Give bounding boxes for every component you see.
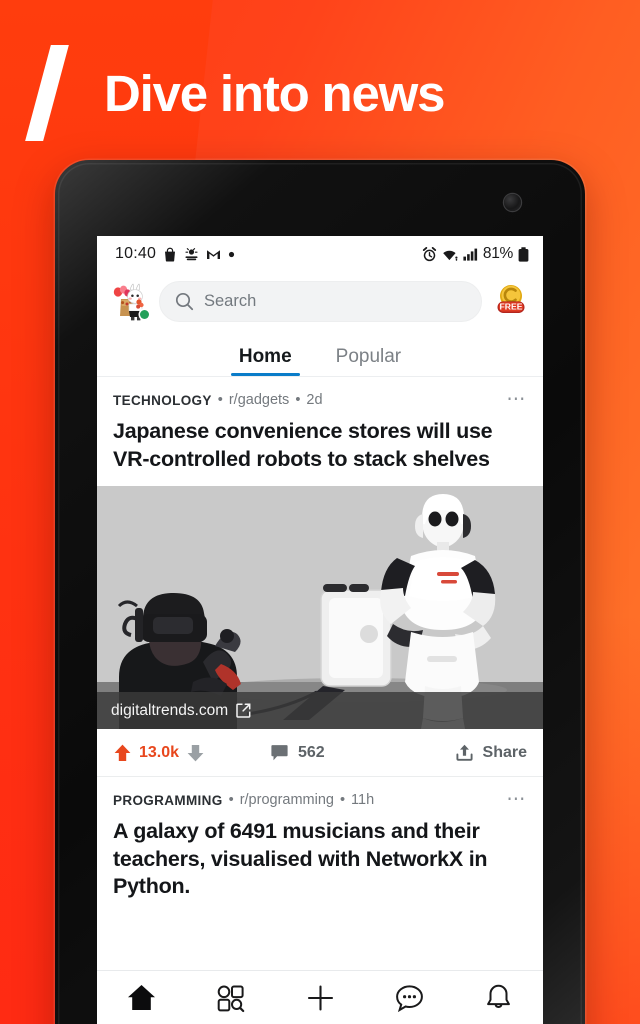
nav-chat[interactable] [365, 983, 454, 1013]
external-link-icon [236, 703, 251, 718]
tab-popular[interactable]: Popular [331, 346, 407, 376]
post-flair: PROGRAMMING [113, 792, 223, 808]
home-icon [128, 985, 156, 1010]
bottom-navigation-bar [97, 970, 543, 1024]
post-age: 2d [306, 392, 323, 408]
front-camera-icon [504, 194, 521, 211]
nav-discover[interactable] [186, 983, 275, 1013]
app-header: FREE [97, 272, 543, 330]
share-icon [455, 743, 474, 762]
post-age: 11h [351, 792, 375, 809]
dot-icon [228, 251, 235, 258]
kebab-menu-icon[interactable]: ⋯ [506, 390, 527, 409]
battery-percent-label: 81% [482, 245, 513, 262]
online-status-dot [140, 310, 149, 319]
chat-bubble-icon [395, 985, 423, 1013]
discover-grid-search-icon [217, 985, 245, 1013]
post-separator-2: • [339, 792, 346, 809]
post-title[interactable]: A galaxy of 6491 musicians and their tea… [97, 815, 543, 905]
battery-icon [518, 246, 529, 262]
post-card[interactable]: TECHNOLOGY • r/gadgets • 2d ⋯ Japanese c… [97, 377, 543, 778]
search-input[interactable] [204, 291, 466, 311]
comment-count: 562 [297, 743, 325, 761]
alarm-icon [422, 246, 437, 262]
vote-count: 13.0k [139, 743, 180, 761]
post-header: TECHNOLOGY • r/gadgets • 2d ⋯ [97, 377, 543, 415]
slash-mark-icon [34, 45, 80, 141]
tab-home[interactable]: Home [230, 346, 300, 376]
phone-device-frame: 10:40 81% Search FREE Home Popular TECHN… [55, 160, 585, 1024]
post-media[interactable]: digitaltrends.com [97, 486, 543, 730]
comment-group[interactable]: 562 [270, 744, 325, 762]
nav-notifications[interactable] [454, 983, 543, 1013]
status-bar-left: 10:40 [115, 245, 235, 263]
post-title[interactable]: Japanese convenience stores will use VR-… [97, 415, 543, 486]
status-bar: 10:40 81% [97, 236, 543, 272]
cell-signal-icon [463, 248, 478, 261]
bell-icon [487, 984, 510, 1009]
weather-icon [184, 247, 199, 261]
post-separator-2: • [295, 392, 301, 408]
promo-headline-text: Dive into news [104, 64, 445, 122]
post-flair: TECHNOLOGY [113, 392, 212, 408]
post-actions: 13.0k 562 Share [97, 729, 543, 778]
post-subreddit[interactable]: r/programming [240, 792, 334, 808]
post-separator-1: • [228, 792, 234, 809]
downvote-arrow-icon[interactable] [186, 743, 205, 763]
vote-group[interactable]: 13.0k [113, 743, 205, 763]
wifi-icon [442, 248, 458, 261]
coin-icon[interactable]: FREE [491, 281, 531, 321]
status-bar-right: 81% [422, 245, 529, 263]
shopping-bag-icon [163, 247, 177, 262]
coin-free-badge-label: FREE [500, 302, 523, 312]
search-icon [175, 292, 194, 311]
post-card[interactable]: PROGRAMMING • r/programming • 11h ⋯ A ga… [97, 777, 543, 906]
search-bar[interactable] [159, 280, 482, 322]
post-header: PROGRAMMING • r/programming • 11h ⋯ [97, 777, 543, 815]
share-group[interactable]: Share [455, 743, 527, 762]
nav-home[interactable] [97, 983, 186, 1013]
phone-screen: 10:40 81% Search FREE Home Popular TECHN… [97, 236, 543, 1024]
media-source-label: digitaltrends.com [111, 701, 229, 719]
post-separator-1: • [217, 392, 223, 408]
promo-headline-block: Dive into news [0, 38, 640, 148]
feed-tabs: Home Popular [97, 330, 543, 377]
comment-bubble-icon [270, 744, 289, 762]
gmail-icon [206, 248, 221, 260]
media-source-caption[interactable]: digitaltrends.com [97, 692, 543, 730]
upvote-arrow-icon[interactable] [113, 743, 132, 763]
plus-icon [307, 985, 333, 1011]
avatar[interactable] [108, 280, 150, 322]
status-bar-clock: 10:40 [115, 245, 157, 262]
kebab-menu-icon[interactable]: ⋯ [506, 790, 527, 809]
share-label: Share [482, 743, 527, 761]
nav-create[interactable] [275, 983, 364, 1013]
post-subreddit[interactable]: r/gadgets [229, 392, 289, 408]
